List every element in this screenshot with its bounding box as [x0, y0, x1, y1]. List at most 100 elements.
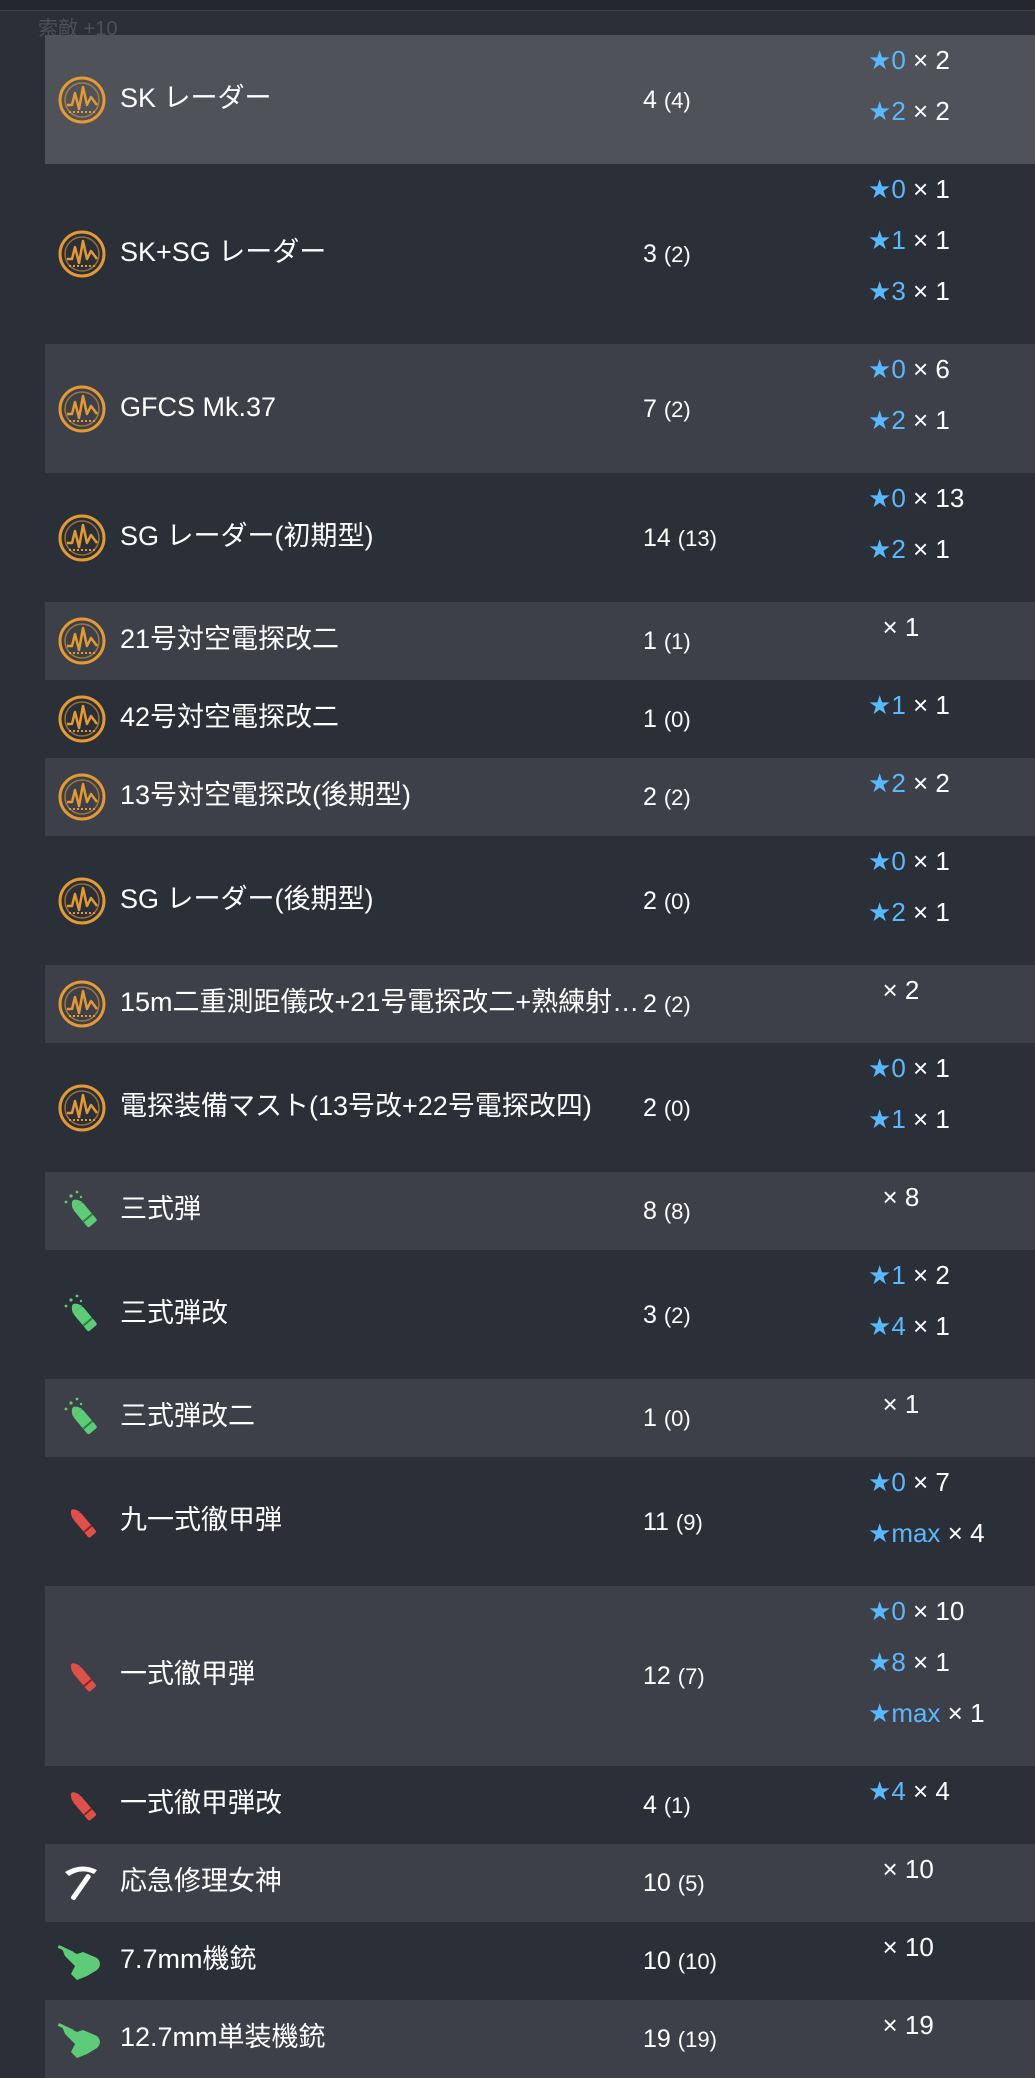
available-count: (2): [663, 992, 691, 1017]
total-count: 2: [643, 886, 657, 915]
radar-icon: [57, 384, 107, 434]
improvement-level-line: × 1: [868, 602, 1028, 653]
equipment-row[interactable]: 三式弾改二 1 (0) × 1: [45, 1379, 1035, 1457]
improvement-level-line: ★0 × 10: [868, 1586, 1028, 1637]
available-count: (1): [663, 629, 691, 654]
equipment-row[interactable]: SG レーダー(後期型) 2 (0) ★0 × 1 ★2 × 1: [45, 836, 1035, 965]
level-quantity: × 1: [905, 174, 950, 204]
available-count: (9): [675, 1509, 703, 1535]
improvement-level: 2: [891, 405, 906, 435]
equipment-count: 1 (0): [643, 703, 691, 736]
equipment-count: 14 (13): [643, 522, 717, 555]
equipment-row[interactable]: 21号対空電探改二 1 (1) × 1: [45, 602, 1035, 680]
improvement-level: 0: [891, 354, 906, 384]
equipment-row[interactable]: SK レーダー 4 (4) ★0 × 2 ★2 × 2: [45, 35, 1035, 164]
star-icon: ★: [868, 1776, 892, 1806]
star-icon: ★: [868, 1596, 892, 1626]
equipment-count: 2 (0): [643, 885, 691, 918]
improvement-level: 8: [891, 1647, 906, 1677]
total-count: 4: [643, 1791, 657, 1819]
equipment-row[interactable]: 13号対空電探改(後期型) 2 (2) ★2 × 2: [45, 758, 1035, 836]
total-count: 7: [643, 394, 657, 423]
improvement-level-line: ★1 × 1: [868, 680, 1028, 731]
level-quantity: × 2: [875, 975, 920, 1005]
equipment-count: 1 (1): [643, 625, 691, 658]
equipment-row[interactable]: SG レーダー(初期型) 14 (13) ★0 × 13 ★2 × 1: [45, 473, 1035, 602]
level-quantity: × 1: [905, 846, 950, 876]
star-icon: ★: [868, 483, 892, 513]
equipment-count: 4 (4): [643, 84, 691, 117]
improvement-level-line: ★4 × 4: [868, 1766, 1028, 1817]
level-quantity: × 1: [905, 225, 950, 255]
improvement-levels: ★0 × 1 ★1 × 1: [868, 1043, 1028, 1145]
improvement-level-line: ★3 × 1: [868, 266, 1028, 317]
equipment-row[interactable]: 12.7mm単装機銃 19 (19) × 19: [45, 2000, 1035, 2078]
equipment-row[interactable]: 九一式徹甲弾 11 (9) ★0 × 7 ★max × 4: [45, 1457, 1035, 1586]
improvement-levels: × 2: [868, 965, 1028, 1016]
radar-icon: [57, 513, 107, 563]
star-icon: ★: [868, 96, 892, 126]
total-count: 2: [643, 1093, 657, 1122]
level-quantity: × 4: [940, 1518, 985, 1548]
equipment-row[interactable]: SK+SG レーダー 3 (2) ★0 × 1 ★1 × 1 ★3 × 1: [45, 164, 1035, 344]
equipment-row[interactable]: GFCS Mk.37 7 (2) ★0 × 6 ★2 × 1: [45, 344, 1035, 473]
level-quantity: × 2: [905, 1260, 950, 1290]
available-count: (0): [663, 888, 691, 914]
total-count: 1: [643, 1404, 657, 1432]
level-quantity: × 10: [905, 1596, 965, 1626]
improvement-level: 2: [891, 897, 906, 927]
equipment-row[interactable]: 一式徹甲弾改 4 (1) ★4 × 4: [45, 1766, 1035, 1844]
equipment-row[interactable]: 15m二重測距儀改+21号電探改二+熟練射… 2 (2) × 2: [45, 965, 1035, 1043]
equipment-row[interactable]: 三式弾改 3 (2) ★1 × 2 ★4 × 1: [45, 1250, 1035, 1379]
top-bar: [0, 0, 1035, 11]
level-quantity: × 10: [875, 1854, 934, 1884]
machine-gun-icon: [57, 1936, 107, 1986]
star-icon: ★: [868, 897, 892, 927]
equipment-name: 一式徹甲弾: [120, 1659, 255, 1689]
improvement-levels: × 1: [868, 602, 1028, 653]
available-count: (2): [663, 1302, 691, 1328]
level-quantity: × 8: [875, 1182, 920, 1212]
equipment-row[interactable]: 電探装備マスト(13号改+22号電探改四) 2 (0) ★0 × 1 ★1 × 1: [45, 1043, 1035, 1172]
star-icon: ★: [868, 45, 892, 75]
improvement-levels: × 10: [868, 1844, 1028, 1895]
total-count: 2: [643, 783, 657, 811]
level-quantity: × 4: [905, 1776, 950, 1806]
improvement-level: 0: [891, 1596, 906, 1626]
equipment-row[interactable]: 一式徹甲弾 12 (7) ★0 × 10 ★8 × 1 ★max × 1: [45, 1586, 1035, 1766]
level-quantity: × 2: [905, 45, 950, 75]
equipment-row[interactable]: 7.7mm機銃 10 (10) × 10: [45, 1922, 1035, 2000]
improvement-levels: ★2 × 2: [868, 758, 1028, 809]
improvement-level-line: ★2 × 1: [868, 887, 1028, 938]
total-count: 11: [643, 1507, 669, 1536]
improvement-level-line: ★1 × 1: [868, 1094, 1028, 1145]
star-icon: ★: [868, 225, 892, 255]
equipment-count: 12 (7): [643, 1660, 705, 1693]
improvement-level-line: ★2 × 2: [868, 86, 1028, 137]
improvement-level-line: ★0 × 7: [868, 1457, 1028, 1508]
equipment-name: 九一式徹甲弾: [120, 1504, 282, 1535]
improvement-levels: × 10: [868, 1922, 1028, 1973]
improvement-level-line: ★1 × 2: [868, 1250, 1028, 1301]
level-quantity: × 1: [875, 612, 920, 642]
improvement-level: 3: [891, 276, 906, 306]
equipment-row[interactable]: 三式弾 8 (8) × 8: [45, 1172, 1035, 1250]
level-quantity: × 6: [905, 354, 950, 384]
total-count: 12: [643, 1662, 671, 1690]
equipment-count: 10 (10): [643, 1945, 717, 1978]
available-count: (2): [663, 396, 691, 422]
level-quantity: × 13: [905, 483, 965, 513]
improvement-level-line: × 19: [868, 2000, 1028, 2051]
total-count: 4: [643, 85, 657, 114]
equipment-row[interactable]: 42号対空電探改二 1 (0) ★1 × 1: [45, 680, 1035, 758]
star-icon: ★: [868, 846, 892, 876]
level-quantity: × 7: [905, 1467, 950, 1497]
equipment-name: 42号対空電探改二: [120, 702, 340, 732]
level-quantity: × 1: [905, 1104, 950, 1134]
total-count: 14: [643, 523, 671, 552]
improvement-level: 4: [891, 1776, 906, 1806]
equipment-list: SK レーダー 4 (4) ★0 × 2 ★2 × 2 SK+SG レーダー 3 (2) ★…: [45, 35, 1035, 2078]
available-count: (5): [677, 1871, 705, 1896]
equipment-row[interactable]: 応急修理女神 10 (5) × 10: [45, 1844, 1035, 1922]
improvement-levels: × 1: [868, 1379, 1028, 1430]
